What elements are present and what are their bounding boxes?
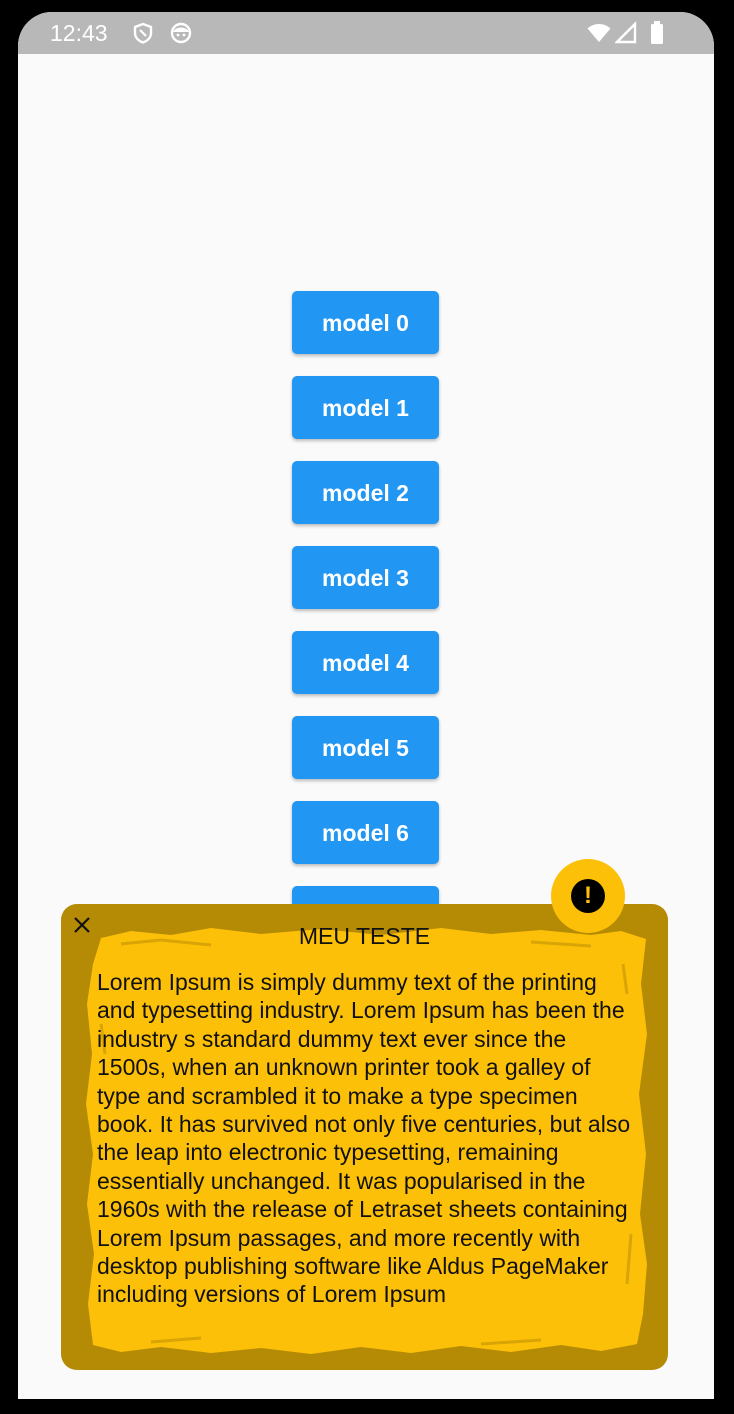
device-frame: 12:43 model 0 model 1 model 2 model 3 mo… <box>0 0 734 1414</box>
alert-badge: ! <box>551 859 625 933</box>
app-screen: 12:43 model 0 model 1 model 2 model 3 mo… <box>18 12 714 1399</box>
model-0-button[interactable]: model 0 <box>292 291 439 354</box>
status-time: 12:43 <box>50 20 108 46</box>
alert-dialog: MEU TESTE Lorem Ipsum is simply dummy te… <box>61 904 668 1370</box>
status-bar: 12:43 <box>18 12 714 54</box>
model-4-button[interactable]: model 4 <box>292 631 439 694</box>
model-3-button[interactable]: model 3 <box>292 546 439 609</box>
face-icon <box>170 22 192 44</box>
signal-icon <box>615 21 637 44</box>
model-5-button[interactable]: model 5 <box>292 716 439 779</box>
exclamation-icon: ! <box>571 879 605 913</box>
shield-icon <box>133 22 153 44</box>
wifi-icon <box>587 24 611 42</box>
model-1-button[interactable]: model 1 <box>292 376 439 439</box>
model-6-button[interactable]: model 6 <box>292 801 439 864</box>
model-2-button[interactable]: model 2 <box>292 461 439 524</box>
alert-body-text: Lorem Ipsum is simply dummy text of the … <box>97 969 631 1308</box>
battery-icon <box>651 21 663 44</box>
